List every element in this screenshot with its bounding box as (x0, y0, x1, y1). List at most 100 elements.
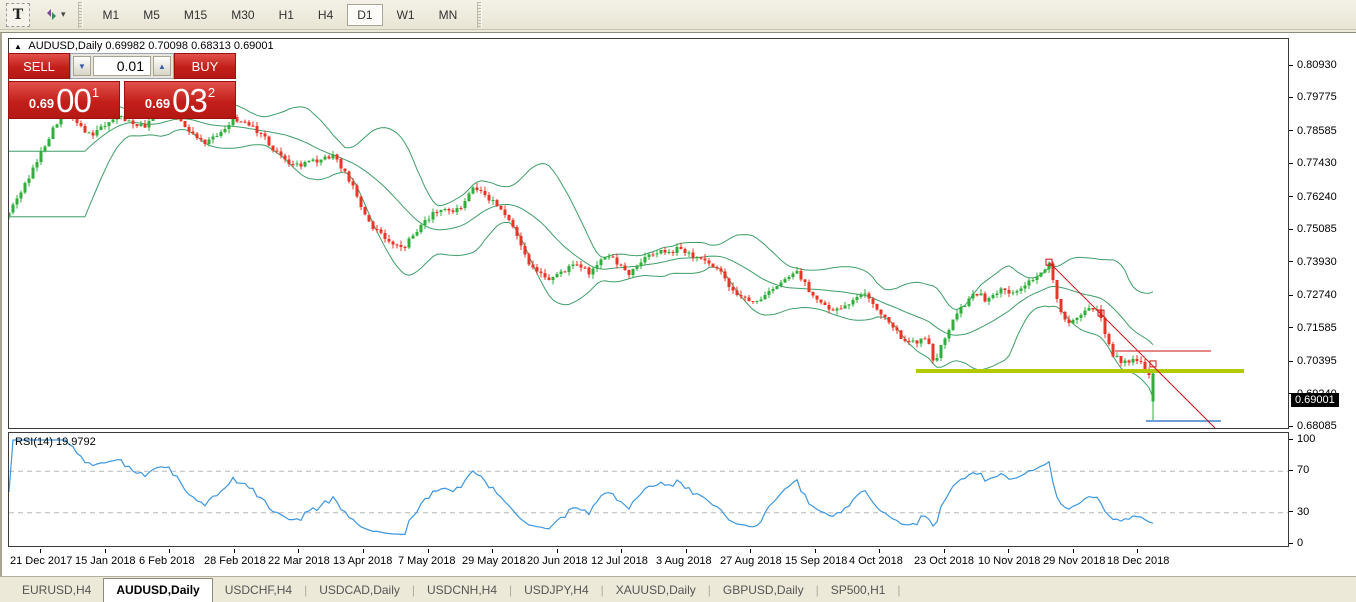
timeframe-button-h1[interactable]: H1 (269, 4, 304, 26)
volume-decrease-button[interactable]: ▼ (73, 56, 91, 76)
timeframe-button-mn[interactable]: MN (429, 4, 468, 26)
date-label: 15 Jan 2018 (75, 555, 136, 567)
date-tick (686, 549, 687, 553)
date-label: 4 Oct 2018 (849, 555, 903, 567)
chart-tab-sp500[interactable]: SP500,H1 (819, 579, 898, 602)
bollinger-middle-band (9, 119, 1153, 345)
timeframe-button-m30[interactable]: M30 (221, 4, 264, 26)
rsi-axis: 10070300 (1289, 432, 1356, 547)
timeframe-button-w1[interactable]: W1 (387, 4, 425, 26)
date-tick (815, 549, 816, 553)
buy-price-big: 03 (172, 86, 207, 116)
chart-tab-usdcad[interactable]: USDCAD,Daily (307, 579, 412, 602)
date-tick (105, 549, 106, 553)
ohlc-high: 0.70098 (148, 40, 188, 52)
price-tick-label: 0.73930 (1297, 256, 1337, 268)
price-tick-label: 0.78585 (1297, 125, 1337, 137)
date-label: 21 Dec 2017 (10, 555, 72, 567)
rsi-pane[interactable]: RSI(14) 19.9792 (8, 432, 1289, 547)
date-label: 15 Sep 2018 (785, 555, 847, 567)
chart-window: ▲ AUDUSD,Daily 0.69982 0.70098 0.68313 0… (0, 32, 1356, 602)
date-tick (1137, 549, 1138, 553)
volume-input[interactable]: 0.01 (93, 56, 151, 76)
date-label: 27 Aug 2018 (720, 555, 782, 567)
date-label: 6 Feb 2018 (139, 555, 195, 567)
sell-quote-button[interactable]: 0.69 00 1 (8, 81, 120, 119)
sell-button[interactable]: SELL (8, 53, 70, 79)
price-tick (1289, 361, 1293, 362)
date-tick (234, 549, 235, 553)
text-tool-button[interactable]: T (6, 3, 30, 27)
date-label: 12 Jul 2018 (591, 555, 648, 567)
timeframe-button-m1[interactable]: M1 (93, 4, 130, 26)
date-label: 29 Nov 2018 (1043, 555, 1105, 567)
date-label: 10 Nov 2018 (978, 555, 1040, 567)
rsi-tick (1289, 470, 1293, 471)
mt4-window: T ▾ M1M5M15M30H1H4D1W1MN ▲ AUDUSD,Daily … (0, 0, 1356, 602)
sell-price-big: 00 (56, 86, 91, 116)
toolbar-separator (78, 2, 83, 28)
trendline-red[interactable] (1049, 262, 1215, 428)
price-tick (1289, 327, 1293, 328)
price-tick (1289, 229, 1293, 230)
chart-tab-bar: EURUSD,H4AUDUSD,DailyUSDCHF,H4 | USDCAD,Da… (0, 576, 1356, 602)
timeframe-button-h4[interactable]: H4 (308, 4, 343, 26)
sell-price-sup: 1 (92, 85, 99, 100)
date-label: 3 Aug 2018 (656, 555, 712, 567)
price-tick-label: 0.80930 (1297, 59, 1337, 71)
chart-tab-eurusd[interactable]: EURUSD,H4 (10, 579, 103, 602)
text-tool-icon: T (13, 7, 23, 23)
rsi-tick-label: 0 (1297, 537, 1303, 549)
price-tick (1289, 65, 1293, 66)
price-tick (1289, 295, 1293, 296)
price-tick (1289, 261, 1293, 262)
one-click-trade-panel: SELL ▼ 0.01 ▲ BUY 0.69 00 1 0.69 03 2 (8, 53, 236, 119)
volume-stepper: ▼ 0.01 ▲ (70, 53, 174, 79)
price-tick (1289, 426, 1293, 427)
buy-quote-button[interactable]: 0.69 03 2 (124, 81, 236, 119)
date-tick (169, 549, 170, 553)
price-tick-label: 0.75085 (1297, 223, 1337, 235)
timeframe-button-m15[interactable]: M15 (174, 4, 217, 26)
date-tick (298, 549, 299, 553)
sell-price-prefix: 0.69 (29, 96, 54, 111)
date-axis[interactable]: 21 Dec 201715 Jan 20186 Feb 2018 28 Feb 2… (8, 549, 1289, 573)
rsi-tick (1289, 543, 1293, 544)
ohlc-open: 0.69982 (105, 40, 145, 52)
chart-tab-usdcnh[interactable]: USDCNH,H4 (415, 579, 509, 602)
indicator-arrows-button[interactable]: ▾ (40, 3, 70, 27)
rsi-tick-label: 100 (1297, 433, 1315, 445)
chevron-down-icon: ▾ (61, 9, 66, 20)
date-label: 22 Mar 2018 (268, 555, 330, 567)
chart-tab-usdchf[interactable]: USDCHF,H4 (213, 579, 304, 602)
chart-symbol: AUDUSD,Daily (28, 40, 102, 52)
rsi-tick (1289, 511, 1293, 512)
buy-price-sup: 2 (208, 85, 215, 100)
date-tick (879, 549, 880, 553)
price-tick-label: 0.68085 (1297, 420, 1337, 432)
date-tick (944, 549, 945, 553)
candles-group (9, 106, 1155, 420)
date-tick (621, 549, 622, 553)
rsi-label: RSI(14) 19.9792 (15, 436, 96, 448)
rsi-tick-label: 70 (1297, 464, 1309, 476)
rsi-chart (9, 433, 1288, 546)
chart-tab-xauusd[interactable]: XAUUSD,Daily (604, 579, 708, 602)
buy-button[interactable]: BUY (174, 53, 236, 79)
chart-tab-usdjpy[interactable]: USDJPY,H4 (512, 579, 600, 602)
chart-title: ▲ AUDUSD,Daily 0.69982 0.70098 0.68313 0… (14, 40, 274, 52)
chart-tab-audusd[interactable]: AUDUSD,Daily (103, 578, 212, 602)
timeframe-button-m5[interactable]: M5 (133, 4, 170, 26)
buy-price-prefix: 0.69 (145, 96, 170, 111)
volume-increase-button[interactable]: ▲ (153, 56, 171, 76)
date-tick (492, 549, 493, 553)
triangle-up-icon: ▲ (14, 42, 22, 51)
price-tick-label: 0.71585 (1297, 322, 1337, 334)
price-tick (1289, 97, 1293, 98)
chart-tab-gbpusd[interactable]: GBPUSD,Daily (711, 579, 816, 602)
date-label: 28 Feb 2018 (204, 555, 266, 567)
date-tick (1073, 549, 1074, 553)
tab-separator: | (897, 583, 900, 597)
price-axis[interactable]: 0.69001 0.809300.797750.785850.774300.76… (1289, 38, 1356, 429)
timeframe-button-d1[interactable]: D1 (347, 4, 382, 26)
